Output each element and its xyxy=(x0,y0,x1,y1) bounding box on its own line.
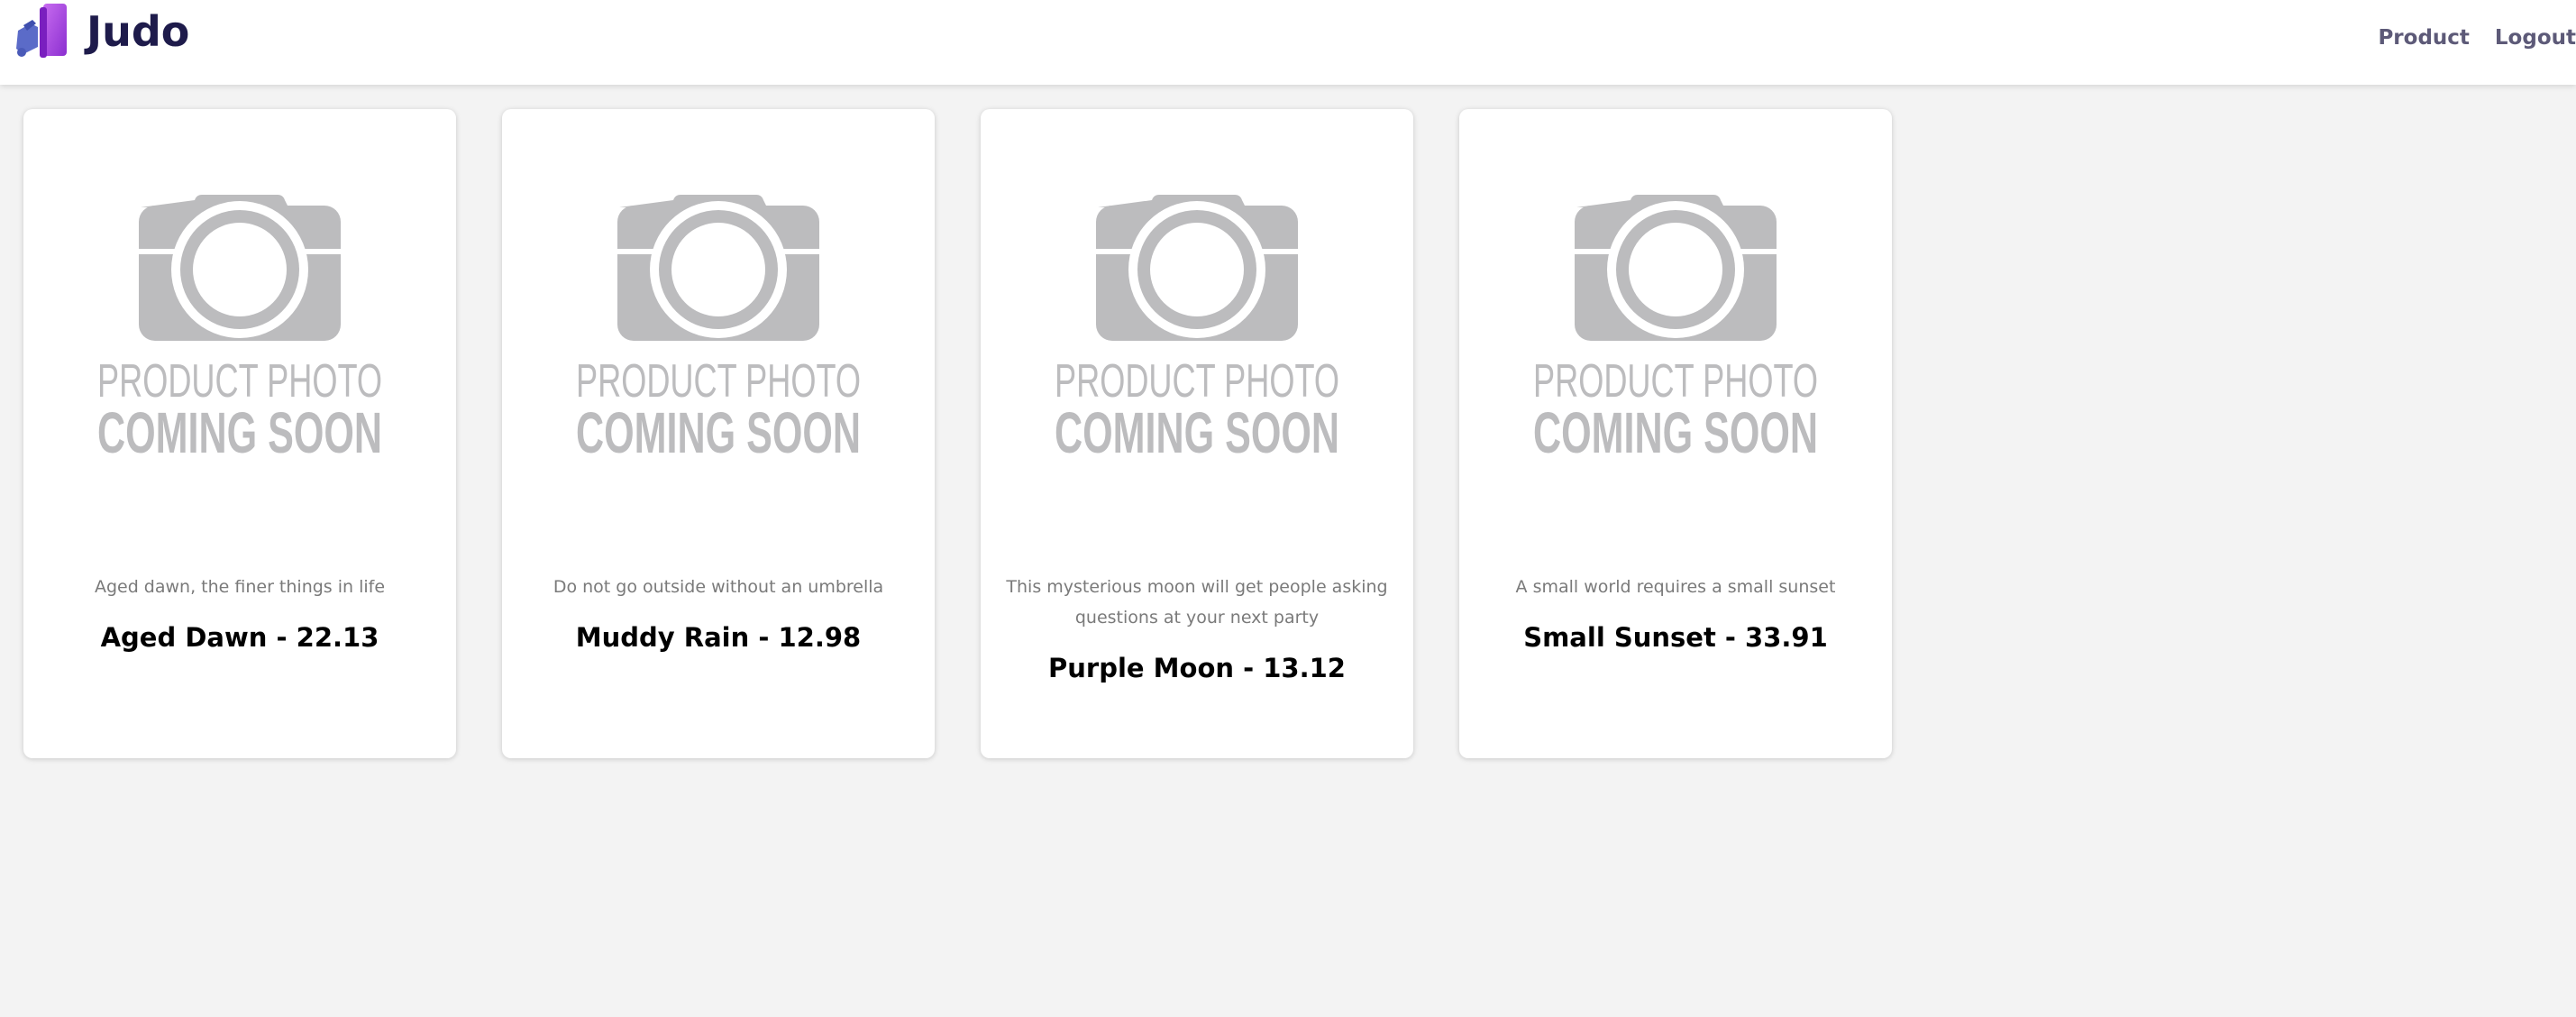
product-title: Purple Moon - 13.12 xyxy=(1048,653,1346,683)
camera-icon xyxy=(139,195,341,341)
product-title: Aged Dawn - 22.13 xyxy=(100,622,379,653)
product-photo-placeholder: PRODUCT PHOTO COMING SOON xyxy=(1533,195,1818,456)
card-text: Do not go outside without an umbrella Mu… xyxy=(502,572,935,653)
placeholder-line2: COMING SOON xyxy=(1055,400,1339,456)
product-description: A small world requires a small sunset xyxy=(1515,577,1836,597)
card-text: Aged dawn, the finer things in life Aged… xyxy=(23,572,456,653)
card-text: This mysterious moon will get people ask… xyxy=(981,572,1413,683)
product-title: Muddy Rain - 12.98 xyxy=(575,622,862,653)
product-list: PRODUCT PHOTO COMING SOON Aged dawn, the… xyxy=(23,109,1938,758)
product-photo-placeholder: PRODUCT PHOTO COMING SOON xyxy=(576,195,861,456)
camera-icon xyxy=(617,195,819,341)
brand-home-link[interactable]: Judo xyxy=(11,0,189,63)
judo-logo-icon xyxy=(16,4,67,58)
placeholder-line2: COMING SOON xyxy=(1533,400,1818,456)
product-description: This mysterious moon will get people ask… xyxy=(1006,577,1388,628)
brand-name: Judo xyxy=(87,7,190,56)
product-description: Do not go outside without an umbrella xyxy=(553,577,884,597)
camera-icon xyxy=(1575,195,1777,341)
product-card[interactable]: PRODUCT PHOTO COMING SOON A small world … xyxy=(1459,109,1892,758)
product-card[interactable]: PRODUCT PHOTO COMING SOON Aged dawn, the… xyxy=(23,109,456,758)
placeholder-line2: COMING SOON xyxy=(576,400,861,456)
nav-product-link[interactable]: Product xyxy=(2378,26,2469,50)
product-title: Small Sunset - 33.91 xyxy=(1523,622,1828,653)
product-card[interactable]: PRODUCT PHOTO COMING SOON Do not go outs… xyxy=(502,109,935,758)
placeholder-line2: COMING SOON xyxy=(97,400,382,456)
top-navbar: Judo Product Logout xyxy=(0,0,2576,85)
card-text: A small world requires a small sunset Sm… xyxy=(1459,572,1892,653)
product-photo-placeholder: PRODUCT PHOTO COMING SOON xyxy=(97,195,382,456)
product-card[interactable]: PRODUCT PHOTO COMING SOON This mysteriou… xyxy=(981,109,1413,758)
nav-logout-link[interactable]: Logout xyxy=(2495,26,2576,50)
product-description: Aged dawn, the finer things in life xyxy=(94,577,386,597)
product-photo-placeholder: PRODUCT PHOTO COMING SOON xyxy=(1055,195,1339,456)
camera-icon xyxy=(1096,195,1298,341)
nav-links: Product Logout xyxy=(2352,0,2576,76)
